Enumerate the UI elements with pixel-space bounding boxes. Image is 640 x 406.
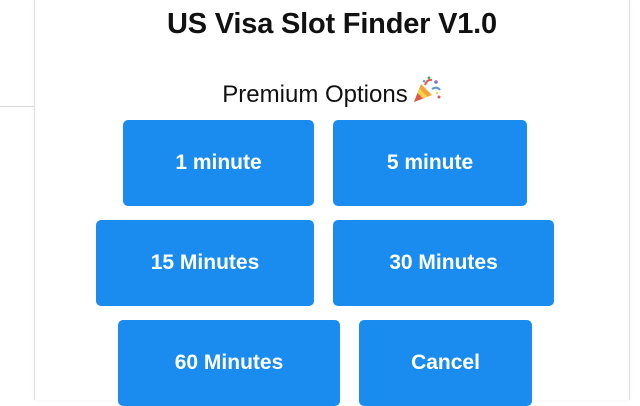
backdrop-divider [0, 106, 34, 107]
premium-options-label: Premium Options [222, 81, 408, 108]
party-popper-icon [412, 76, 442, 114]
sixty-minutes-button[interactable]: 60 Minutes [118, 320, 340, 406]
one-minute-button[interactable]: 1 minute [123, 120, 314, 206]
extension-popup: US Visa Slot Finder V1.0 Premium Options… [34, 0, 630, 406]
fifteen-minutes-button[interactable]: 15 Minutes [96, 220, 314, 306]
thirty-minutes-button[interactable]: 30 Minutes [333, 220, 554, 306]
popup-title: US Visa Slot Finder V1.0 [167, 8, 497, 40]
cancel-button[interactable]: Cancel [359, 320, 532, 406]
premium-options-heading: Premium Options [35, 76, 629, 114]
five-minute-button[interactable]: 5 minute [333, 120, 527, 206]
